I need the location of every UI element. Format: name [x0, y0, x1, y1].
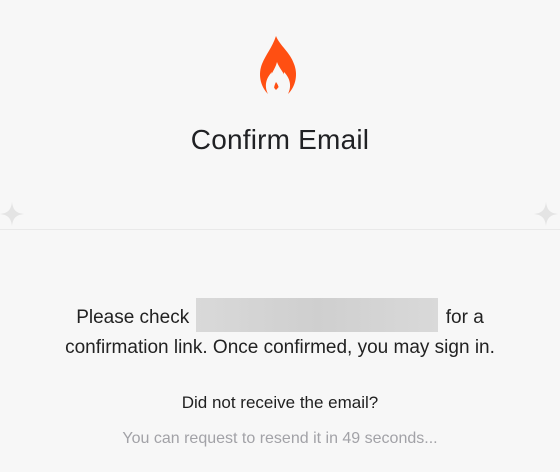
sparkle-icon: [0, 202, 24, 226]
confirmation-message: Please check for a confirmation link. On…: [0, 298, 560, 363]
resend-countdown: You can request to resend it in 49 secon…: [122, 430, 438, 447]
redacted-email: [196, 298, 439, 332]
message-prefix: Please check: [76, 307, 190, 328]
divider: [0, 229, 560, 230]
message-suffix: for a: [445, 307, 484, 328]
flame-icon: [260, 36, 296, 96]
not-received-question: Did not receive the email?: [181, 393, 379, 412]
sparkle-icon: [534, 202, 558, 226]
page-title: Confirm Email: [190, 124, 370, 155]
confirm-email-page: Confirm Email Please check for a confirm…: [0, 0, 560, 472]
message-line-2: confirmation link. Once confirmed, you m…: [65, 337, 495, 358]
